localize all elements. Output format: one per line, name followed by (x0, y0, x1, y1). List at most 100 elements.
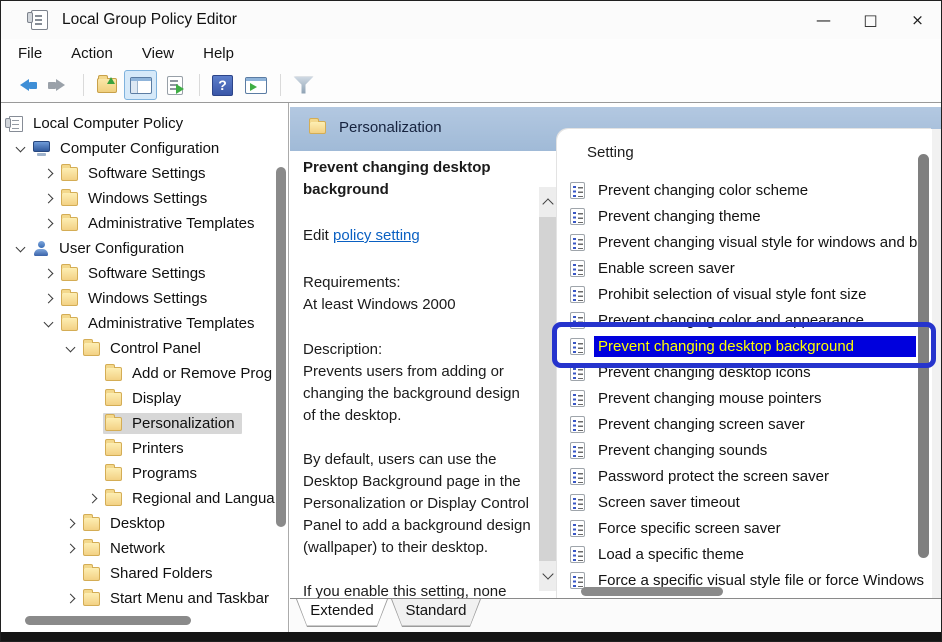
filter-icon[interactable] (288, 71, 319, 99)
maximize-button[interactable]: □ (847, 1, 894, 39)
settings-list: Prevent changing color scheme Prevent ch… (557, 177, 932, 599)
scroll-up-icon[interactable] (539, 187, 556, 217)
chevron-icon[interactable] (9, 147, 31, 151)
forward-icon[interactable] (43, 71, 74, 99)
policy-setting-link[interactable]: policy setting (333, 227, 420, 244)
setting-row[interactable]: Prevent changing desktop background (557, 333, 932, 359)
tree-item[interactable]: Desktop (1, 511, 288, 536)
tree-item[interactable]: Administrative Templates (1, 211, 288, 236)
setting-row[interactable]: Prevent changing theme (557, 203, 932, 229)
policy-setting-icon (570, 338, 585, 355)
chevron-icon[interactable] (9, 247, 31, 251)
tree-horizontal-scrollbar[interactable] (25, 616, 191, 625)
view-tab-label: Standard (392, 599, 480, 626)
tree-item-label: Network (110, 540, 165, 557)
tree-item[interactable]: Printers (1, 436, 288, 461)
setting-row[interactable]: Prevent changing desktop icons (557, 359, 932, 385)
setting-row[interactable]: Prevent changing screen saver (557, 411, 932, 437)
tree-item[interactable]: Regional and Langua (1, 486, 288, 511)
tree-item[interactable]: Network (1, 536, 288, 561)
chevron-icon[interactable] (59, 347, 81, 351)
tree-vertical-scrollbar[interactable] (276, 167, 286, 527)
window-controls: — □ × (800, 1, 941, 39)
view-tab-label: Extended (297, 599, 387, 626)
tree-item[interactable]: Add or Remove Prog (1, 361, 288, 386)
chevron-icon[interactable] (37, 195, 59, 202)
tree-item-label: Display (132, 390, 181, 407)
chevron-icon[interactable] (37, 170, 59, 177)
setting-row[interactable]: Password protect the screen saver (557, 463, 932, 489)
setting-row[interactable]: Prevent changing color and appearance (557, 307, 932, 333)
tree-item[interactable]: Software Settings (1, 161, 288, 186)
setting-column-header[interactable]: Setting (557, 129, 932, 177)
tree-item[interactable]: Software Settings (1, 261, 288, 286)
chevron-icon[interactable] (37, 270, 59, 277)
tree-item[interactable]: Display (1, 386, 288, 411)
chevron-icon[interactable] (37, 322, 59, 326)
tree-item-icon (33, 141, 50, 156)
setting-row[interactable]: Force specific screen saver (557, 515, 932, 541)
description-scrollbar[interactable] (539, 187, 556, 591)
view-tab[interactable]: Standard (391, 599, 481, 627)
details-region: Personalization Prevent changing desktop… (290, 103, 941, 632)
tree-item[interactable]: Shared Folders (1, 561, 288, 586)
menu-item[interactable]: View (132, 42, 184, 65)
tree-item-icon (61, 192, 78, 206)
menu-item[interactable]: File (8, 42, 52, 65)
separator[interactable] (83, 74, 84, 96)
tree-item[interactable]: Local Computer Policy (1, 111, 288, 136)
separator[interactable] (199, 74, 200, 96)
edit-policy-line: Edit policy setting (303, 225, 532, 247)
chevron-icon[interactable] (81, 495, 103, 502)
setting-label: Prevent changing theme (594, 206, 765, 227)
tree-item-label: Software Settings (88, 265, 206, 282)
tree-item[interactable]: Personalization (1, 411, 288, 436)
setting-row[interactable]: Prevent changing sounds (557, 437, 932, 463)
up-one-level-icon[interactable] (91, 71, 122, 99)
setting-label: Force specific screen saver (594, 518, 785, 539)
help-icon[interactable] (207, 71, 238, 99)
tree-item-icon (61, 317, 78, 331)
scrollbar-thumb[interactable] (539, 217, 556, 561)
close-button[interactable]: × (894, 1, 941, 39)
policy-setting-icon (570, 312, 585, 329)
separator[interactable] (280, 74, 281, 96)
back-icon[interactable] (10, 71, 41, 99)
menu-item[interactable]: Help (193, 42, 244, 65)
minimize-button[interactable]: — (800, 1, 847, 39)
setting-row[interactable]: Prohibit selection of visual style font … (557, 281, 932, 307)
requirements-value: At least Windows 2000 (303, 294, 532, 316)
tree-item[interactable]: Administrative Templates (1, 311, 288, 336)
tree-item[interactable]: Windows Settings (1, 286, 288, 311)
chevron-icon[interactable] (59, 520, 81, 527)
setting-row[interactable]: Prevent changing mouse pointers (557, 385, 932, 411)
chevron-icon[interactable] (37, 220, 59, 227)
policy-setting-icon (570, 442, 585, 459)
scroll-down-icon[interactable] (539, 561, 556, 591)
local-group-policy-editor-window: Local Group Policy Editor — □ × FileActi… (0, 0, 942, 642)
chevron-icon[interactable] (37, 295, 59, 302)
setting-row[interactable]: Prevent changing visual style for window… (557, 229, 932, 255)
setting-row[interactable]: Load a specific theme (557, 541, 932, 567)
description-paragraph: By default, users can use the Desktop Ba… (303, 449, 532, 559)
list-vertical-scrollbar[interactable] (918, 154, 929, 558)
show-console-tree-icon[interactable] (124, 70, 157, 100)
show-action-pane-icon[interactable] (240, 71, 271, 99)
tree-item[interactable]: Computer Configuration (1, 136, 288, 161)
menu-item[interactable]: Action (61, 42, 123, 65)
export-list-icon[interactable] (159, 71, 190, 99)
tree-item[interactable]: Start Menu and Taskbar (1, 586, 288, 611)
view-tab-bar: Extended Standard (290, 598, 941, 632)
chevron-icon[interactable] (59, 595, 81, 602)
tree-item[interactable]: Programs (1, 461, 288, 486)
view-tab[interactable]: Extended (296, 599, 388, 627)
setting-row[interactable]: Screen saver timeout (557, 489, 932, 515)
tree-item[interactable]: Control Panel (1, 336, 288, 361)
chevron-icon[interactable] (59, 545, 81, 552)
tree-item[interactable]: Windows Settings (1, 186, 288, 211)
setting-row[interactable]: Enable screen saver (557, 255, 932, 281)
tree-item-label: Administrative Templates (88, 215, 254, 232)
list-horizontal-scrollbar[interactable] (581, 587, 723, 596)
setting-row[interactable]: Prevent changing color scheme (557, 177, 932, 203)
tree-item[interactable]: User Configuration (1, 236, 288, 261)
